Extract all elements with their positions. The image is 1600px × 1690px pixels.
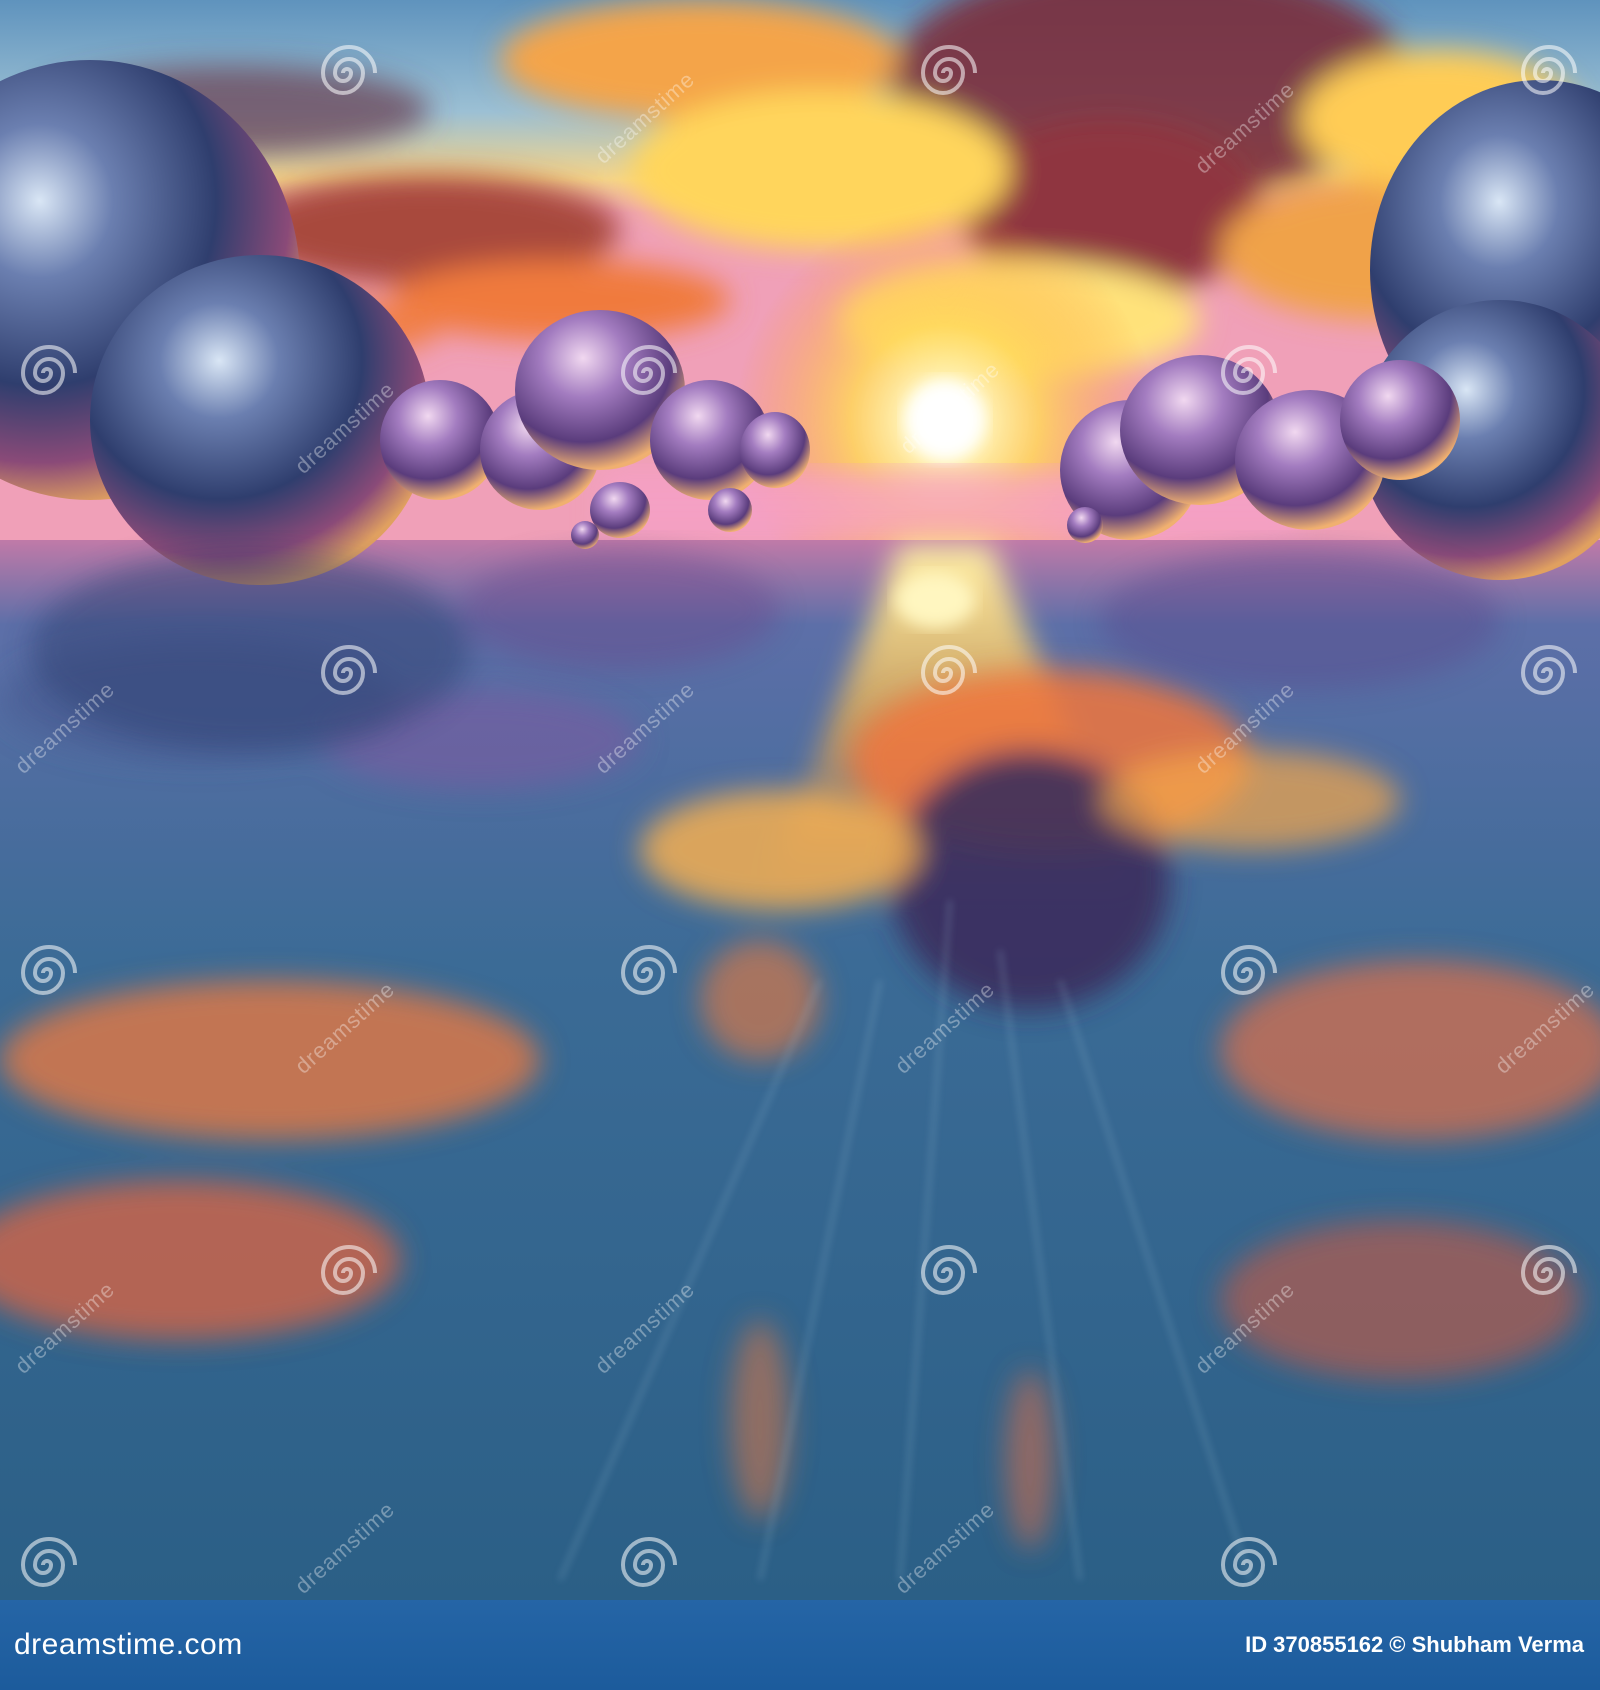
image-credit: ID 370855162 © Shubham Verma: [1245, 1632, 1584, 1658]
id-number: 370855162: [1273, 1632, 1384, 1657]
author-credit: © Shubham Verma: [1389, 1632, 1584, 1657]
id-label: ID: [1245, 1632, 1268, 1657]
footer-bar: dreamstime.com ID 370855162 © Shubham Ve…: [0, 1600, 1600, 1690]
sunset-water-scene: [0, 0, 1600, 1600]
dreamstime-logo: dreamstime.com: [14, 1628, 243, 1661]
stock-photo: dreamstime dreamstime dreamstime dreamst…: [0, 0, 1600, 1690]
